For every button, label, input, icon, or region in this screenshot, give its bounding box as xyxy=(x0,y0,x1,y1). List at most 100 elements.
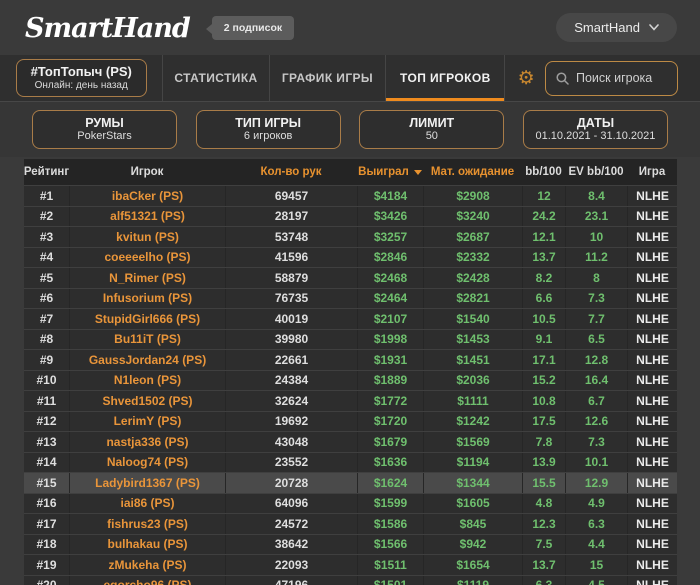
cell-player-name[interactable]: kvitun (PS) xyxy=(69,227,225,247)
cell-player-name[interactable]: coeeeelho (PS) xyxy=(69,247,225,267)
table-row[interactable]: #1 ibaCker (PS) 69457 $4184 $2908 12 8.4 NLHE xyxy=(24,185,677,206)
table-row[interactable]: #9 GaussJordan24 (PS) 22661 $1931 $1451 17.1 1… xyxy=(24,349,677,370)
cell-ev-bb100: 6.5 xyxy=(565,329,627,349)
cell-won-amount: $1566 xyxy=(357,534,423,554)
cell-won-amount: $2846 xyxy=(357,247,423,267)
cell-player-name[interactable]: Shved1502 (PS) xyxy=(69,391,225,411)
filter-rooms-button[interactable]: РУМЫ PokerStars xyxy=(32,110,177,149)
table-row[interactable]: #6 Infusorium (PS) 76735 $2464 $2821 6.6 7.3 NL… xyxy=(24,287,677,308)
tab-player-profile[interactable]: #ТопТопыч (PS) Онлайн: день назад xyxy=(0,55,164,101)
table-row[interactable]: #2 alf51321 (PS) 28197 $3426 $3240 24.2 23.1 NL… xyxy=(24,205,677,226)
cell-player-name[interactable]: StupidGirl666 (PS) xyxy=(69,309,225,329)
cell-ev-bb100: 4.4 xyxy=(565,534,627,554)
subscriptions-badge[interactable]: 2 подписок xyxy=(205,15,295,40)
column-header-ev-bb100[interactable]: EV bb/100 xyxy=(565,159,627,185)
cell-bb100: 15.2 xyxy=(522,370,565,390)
cell-game-type: NLHE xyxy=(627,493,677,513)
cell-player-name[interactable]: N1leon (PS) xyxy=(69,370,225,390)
tab-game-graph[interactable]: ГРАФИК ИГРЫ xyxy=(270,55,387,101)
app-logo: SmartHand xyxy=(25,13,191,44)
column-header-expectation[interactable]: Мат. ожидание xyxy=(423,159,522,185)
cell-expectation-amount: $1453 xyxy=(423,329,522,349)
column-header-hands[interactable]: Кол-во рук xyxy=(225,159,357,185)
cell-game-type: NLHE xyxy=(627,288,677,308)
cell-ev-bb100: 11.2 xyxy=(565,247,627,267)
table-row[interactable]: #8 Bu11iT (PS) 39980 $1998 $1453 9.1 6.5 NLHE xyxy=(24,328,677,349)
cell-rank: #4 xyxy=(39,250,54,265)
filter-dates-label: ДАТЫ xyxy=(576,116,615,130)
cell-player-name[interactable]: Bu11iT (PS) xyxy=(69,329,225,349)
table-row[interactable]: #17 fishrus23 (PS) 24572 $1586 $845 12.3 6.3 NL… xyxy=(24,513,677,534)
cell-player-name[interactable]: LerimY (PS) xyxy=(69,411,225,431)
cell-player-name[interactable]: alf51321 (PS) xyxy=(69,206,225,226)
cell-player-name[interactable]: nastja336 (PS) xyxy=(69,432,225,452)
table-row[interactable]: #3 kvitun (PS) 53748 $3257 $2687 12.1 10 NLHE xyxy=(24,226,677,247)
cell-rank: #10 xyxy=(36,373,57,388)
filter-dates-button[interactable]: ДАТЫ 01.10.2021 - 31.10.2021 xyxy=(522,110,668,149)
column-header-rating[interactable]: Рейтинг xyxy=(24,159,69,185)
cell-player-name[interactable]: ibaCker (PS) xyxy=(69,186,225,206)
cell-hands-count: 22093 xyxy=(225,555,357,575)
chevron-down-icon xyxy=(649,24,659,31)
column-header-won[interactable]: Выиграл xyxy=(357,159,423,185)
table-row[interactable]: #16 iai86 (PS) 64096 $1599 $1605 4.8 4.9 NLHE xyxy=(24,492,677,513)
table-header-row: Рейтинг Игрок Кол-во рук Выиграл Мат. ожидан… xyxy=(24,159,677,185)
search-box[interactable] xyxy=(545,60,678,96)
table-row[interactable]: #19 zMukeha (PS) 22093 $1511 $1654 13.7 15 NLHE xyxy=(24,554,677,575)
table-row[interactable]: #13 nastja336 (PS) 43048 $1679 $1569 7.8 7.3 NL… xyxy=(24,431,677,452)
cell-hands-count: 41596 xyxy=(225,247,357,267)
column-header-game[interactable]: Игра xyxy=(627,159,677,185)
cell-rank: #13 xyxy=(36,434,57,449)
cell-player-name[interactable]: Naloog74 (PS) xyxy=(69,452,225,472)
table-row[interactable]: #7 StupidGirl666 (PS) 40019 $2107 $1540 10.5 7… xyxy=(24,308,677,329)
cell-ev-bb100: 16.4 xyxy=(565,370,627,390)
filter-game-type-button[interactable]: ТИП ИГРЫ 6 игроков xyxy=(195,110,341,149)
tab-statistics[interactable]: СТАТИСТИКА xyxy=(163,55,270,101)
cell-expectation-amount: $2428 xyxy=(423,268,522,288)
cell-player-name[interactable]: N_Rimer (PS) xyxy=(69,268,225,288)
table-row[interactable]: #10 N1leon (PS) 24384 $1889 $2036 15.2 16.4 NLH… xyxy=(24,369,677,390)
table-row[interactable]: #5 N_Rimer (PS) 58879 $2468 $2428 8.2 8 NLHE xyxy=(24,267,677,288)
account-menu-button[interactable]: SmartHand xyxy=(556,13,677,42)
settings-gear-icon[interactable]: ⚙ xyxy=(509,55,543,101)
cell-player-name[interactable]: bulhakau (PS) xyxy=(69,534,225,554)
cell-rank: #17 xyxy=(36,516,57,531)
cell-won-amount: $1889 xyxy=(357,370,423,390)
table-row[interactable]: #20egorcho96 (PS)47196$1501$11196.34.5NL… xyxy=(24,574,677,585)
table-row[interactable]: #15 Ladybird1367 (PS) 20728 $1624 $1344 15.5 1… xyxy=(24,472,677,493)
cell-player-name[interactable]: Ladybird1367 (PS) xyxy=(69,473,225,493)
cell-bb100: 12.1 xyxy=(522,227,565,247)
cell-hands-count: 28197 xyxy=(225,206,357,226)
tab-top-players[interactable]: ТОП ИГРОКОВ xyxy=(386,55,506,101)
cell-ev-bb100: 8 xyxy=(565,268,627,288)
table-row[interactable]: #4 coeeeelho (PS) 41596 $2846 $2332 13.7 11.2 N… xyxy=(24,246,677,267)
cell-ev-bb100: 4.9 xyxy=(565,493,627,513)
cell-player-name[interactable]: iai86 (PS) xyxy=(69,493,225,513)
cell-player-name[interactable]: GaussJordan24 (PS) xyxy=(69,350,225,370)
cell-won-amount: $1679 xyxy=(357,432,423,452)
cell-player-name[interactable]: zMukeha (PS) xyxy=(69,555,225,575)
cell-player-name[interactable]: egorcho96 (PS) xyxy=(69,575,225,585)
column-header-bb100[interactable]: bb/100 xyxy=(522,159,565,185)
search-input[interactable] xyxy=(576,71,667,85)
cell-rank: #11 xyxy=(36,393,57,408)
cell-player-name[interactable]: Infusorium (PS) xyxy=(69,288,225,308)
cell-player-name[interactable]: fishrus23 (PS) xyxy=(69,514,225,534)
table-row[interactable]: #18 bulhakau (PS) 38642 $1566 $942 7.5 4.4 NLHE xyxy=(24,533,677,554)
table-row[interactable]: #14 Naloog74 (PS) 23552 $1636 $1194 13.9 10.1 N… xyxy=(24,451,677,472)
table-row[interactable]: #12 LerimY (PS) 19692 $1720 $1242 17.5 12.6 NLH… xyxy=(24,410,677,431)
filter-limit-button[interactable]: ЛИМИТ 50 xyxy=(359,110,505,149)
column-header-player[interactable]: Игрок xyxy=(69,159,225,185)
table-row[interactable]: #11 Shved1502 (PS) 32624 $1772 $1111 10.8 6.7 N… xyxy=(24,390,677,411)
cell-hands-count: 64096 xyxy=(225,493,357,513)
cell-ev-bb100: 4.5 xyxy=(565,575,627,585)
cell-hands-count: 47196 xyxy=(225,575,357,585)
cell-expectation-amount: $1569 xyxy=(423,432,522,452)
column-header-game-label: Игра xyxy=(638,166,666,178)
cell-won-amount: $1636 xyxy=(357,452,423,472)
filter-limit-label: ЛИМИТ xyxy=(409,116,455,130)
cell-hands-count: 20728 xyxy=(225,473,357,493)
filter-dates-value: 01.10.2021 - 31.10.2021 xyxy=(535,130,656,142)
cell-hands-count: 23552 xyxy=(225,452,357,472)
cell-bb100: 17.1 xyxy=(522,350,565,370)
